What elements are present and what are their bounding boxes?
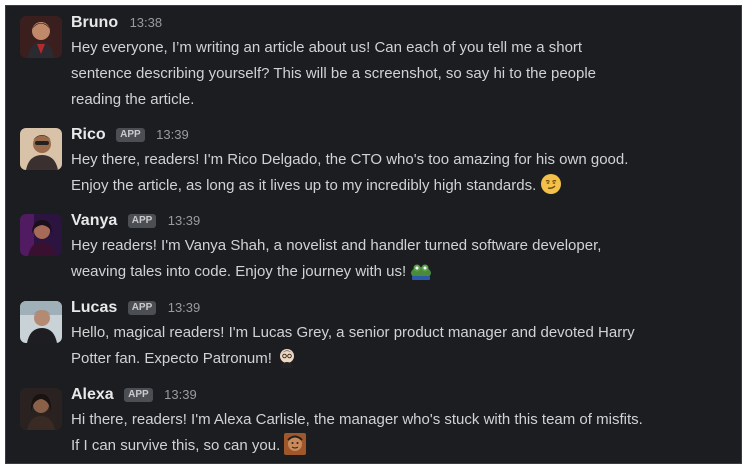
message-line: Hey there, readers! I'm Rico Delgado, th… (71, 151, 629, 168)
avatar[interactable] (20, 388, 62, 430)
timestamp[interactable]: 13:39 (164, 387, 197, 402)
avatar[interactable] (20, 214, 62, 256)
timestamp[interactable]: 13:39 (168, 213, 201, 228)
timestamp[interactable]: 13:39 (156, 127, 189, 142)
avatar[interactable] (20, 301, 62, 343)
sender-name[interactable]: Vanya (71, 212, 117, 229)
chat-panel: ​ Bruno 13:38 Hey everyone, I’m writing … (5, 5, 742, 464)
message-text: Hey readers! I'm Vanya Shah, a novelist … (71, 233, 733, 285)
message-line: Hi there, readers! I'm Alexa Carlisle, t… (71, 411, 643, 428)
message-text: Hi there, readers! I'm Alexa Carlisle, t… (71, 407, 733, 459)
sender-name[interactable]: Alexa (71, 386, 114, 403)
message-line: If I can survive this, so can you. (71, 437, 281, 454)
frog-emoji-icon (410, 259, 432, 281)
wizard-emoji-icon (276, 346, 298, 368)
timestamp[interactable]: 13:38 (130, 15, 163, 30)
avatar[interactable] (20, 128, 62, 170)
sender-name[interactable]: Rico (71, 126, 106, 143)
avatar[interactable] (20, 16, 62, 58)
message-line: reading the article. (71, 91, 195, 108)
message-line: sentence describing yourself? This will … (71, 65, 597, 82)
message-line: Hello, magical readers! I'm Lucas Grey, … (71, 324, 635, 341)
sender-name[interactable]: Lucas (71, 299, 117, 316)
sender-name[interactable]: Bruno (71, 14, 118, 31)
app-badge: APP (124, 388, 153, 402)
app-badge: APP (116, 128, 145, 142)
message-line: Potter fan. Expecto Patronum! (71, 350, 272, 367)
message-line: Hey everyone, I’m writing an article abo… (71, 39, 583, 56)
face-emoji-icon (284, 433, 307, 455)
message-text: Hey everyone, I’m writing an article abo… (71, 35, 733, 113)
message-line: Hey readers! I'm Vanya Shah, a novelist … (71, 237, 602, 254)
message-text: Hey there, readers! I'm Rico Delgado, th… (71, 147, 733, 199)
message-line: Enjoy the article, as long as it lives u… (71, 177, 537, 194)
message-line: weaving tales into code. Enjoy the journ… (71, 263, 407, 280)
timestamp[interactable]: 13:39 (168, 300, 201, 315)
message-text: Hello, magical readers! I'm Lucas Grey, … (71, 320, 733, 372)
smirk-emoji-icon (540, 173, 562, 195)
app-badge: APP (127, 214, 157, 228)
app-badge: APP (127, 301, 157, 315)
